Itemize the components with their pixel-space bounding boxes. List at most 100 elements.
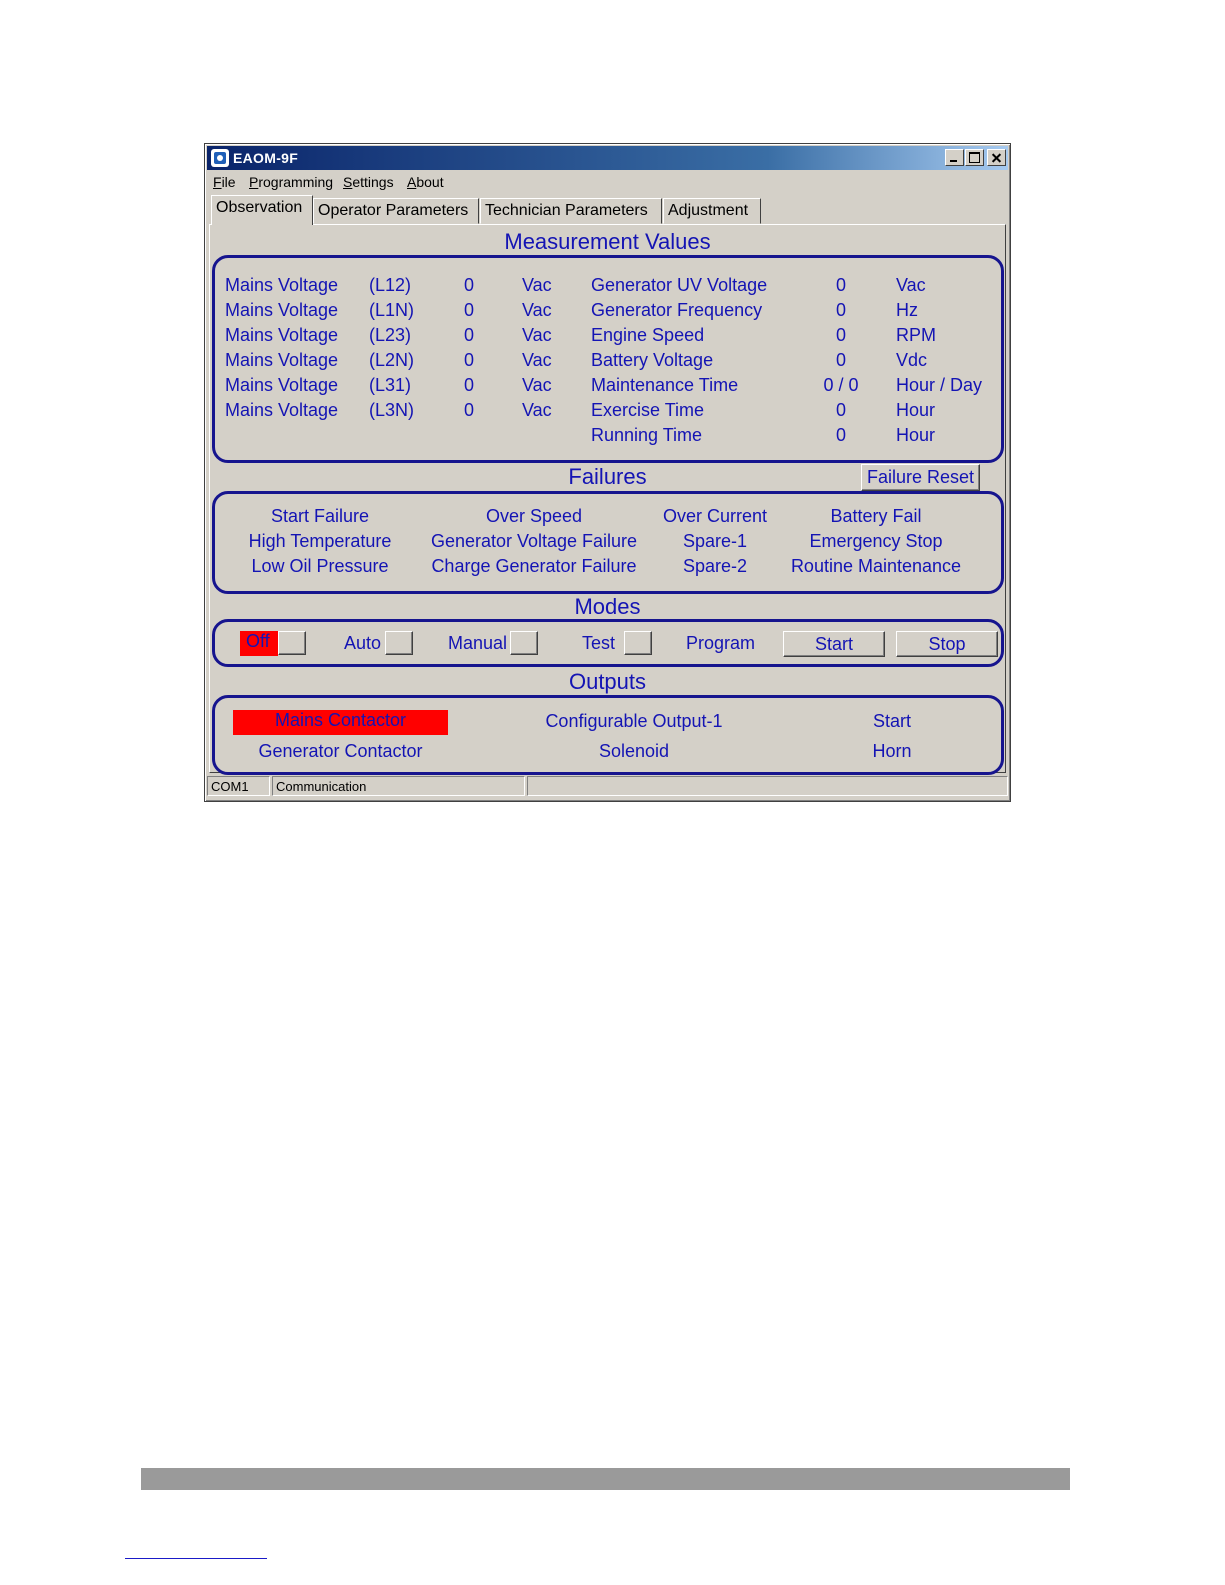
menu-settings-label: ettings: [352, 174, 394, 190]
mode-manual-button[interactable]: [510, 631, 538, 655]
mode-test-button[interactable]: [624, 631, 652, 655]
app-icon[interactable]: [211, 149, 229, 167]
window-title: EAOM-9F: [233, 150, 299, 166]
status-bar: COM1 Communication: [207, 776, 1008, 798]
failure-over-speed: Over Speed: [485, 506, 583, 526]
mode-manual-label: Manual: [448, 633, 508, 653]
title-bar[interactable]: EAOM-9F: [207, 146, 1008, 170]
generator-frequency-label: Generator Frequency: [591, 300, 763, 320]
running-time-unit: Hour: [896, 425, 936, 445]
engine-speed-value: 0: [835, 325, 846, 345]
mains-voltage-l2n-label: Mains Voltage: [225, 350, 339, 370]
menu-file[interactable]: File: [213, 174, 236, 190]
output-configurable-1: Configurable Output-1: [545, 711, 723, 731]
battery-voltage-unit: Vdc: [896, 350, 928, 370]
mains-voltage-l1n-unit: Vac: [522, 300, 552, 320]
generator-frequency-value: 0: [835, 300, 846, 320]
failure-over-current: Over Current: [662, 506, 768, 526]
mains-voltage-l2n-phase: (L2N): [369, 350, 415, 370]
tab-observation[interactable]: Observation: [211, 195, 313, 225]
modes-title: Modes: [574, 594, 641, 619]
mode-auto-button[interactable]: [385, 631, 413, 655]
mains-voltage-l3n-label: Mains Voltage: [225, 400, 339, 420]
menu-about-label: bout: [416, 174, 444, 190]
generator-uv-voltage-value: 0: [835, 275, 846, 295]
battery-voltage-value: 0: [835, 350, 846, 370]
mains-voltage-l12-phase: (L12): [369, 275, 412, 295]
battery-voltage-label: Battery Voltage: [591, 350, 714, 370]
measurement-title: Measurement Values: [504, 229, 711, 254]
failure-reset-button[interactable]: Failure Reset: [861, 464, 980, 491]
close-icon[interactable]: [987, 149, 1006, 166]
maintenance-time-label: Maintenance Time: [591, 375, 739, 395]
exercise-time-label: Exercise Time: [591, 400, 705, 420]
mode-off-button[interactable]: [278, 631, 306, 655]
mode-program-label: Program: [686, 633, 756, 653]
mode-test-label: Test: [582, 633, 616, 653]
mains-voltage-l12-unit: Vac: [522, 275, 552, 295]
failure-routine-maintenance: Routine Maintenance: [790, 556, 962, 576]
menu-file-label: ile: [221, 174, 236, 190]
mains-voltage-l1n-value: 0: [464, 300, 475, 320]
failure-battery: Battery Fail: [830, 506, 922, 526]
exercise-time-value: 0: [835, 400, 846, 420]
mains-voltage-l23-phase: (L23): [369, 325, 412, 345]
failure-spare-2: Spare-2: [682, 556, 748, 576]
output-generator-contactor: Generator Contactor: [258, 741, 423, 761]
output-mains-contactor: Mains Contactor: [233, 710, 448, 735]
menu-programming-label: rogramming: [258, 174, 334, 190]
mains-voltage-l3n-unit: Vac: [522, 400, 552, 420]
mains-voltage-l31-label: Mains Voltage: [225, 375, 339, 395]
stop-button[interactable]: Stop: [896, 631, 998, 657]
menu-programming-mnemonic: P: [249, 174, 259, 190]
engine-speed-label: Engine Speed: [591, 325, 705, 345]
mains-voltage-l1n-label: Mains Voltage: [225, 300, 339, 320]
failure-start: Start Failure: [270, 506, 370, 526]
mains-voltage-l12-value: 0: [464, 275, 475, 295]
failure-low-oil-pressure: Low Oil Pressure: [251, 556, 389, 576]
minimize-icon[interactable]: [945, 149, 964, 166]
engine-speed-unit: RPM: [896, 325, 936, 345]
mains-voltage-l12-label: Mains Voltage: [225, 275, 339, 295]
menu-about[interactable]: About: [407, 174, 444, 190]
output-solenoid: Solenoid: [598, 741, 670, 761]
mains-voltage-l23-value: 0: [464, 325, 475, 345]
menu-settings-mnemonic: S: [343, 174, 353, 190]
outputs-group: [212, 695, 1004, 775]
maximize-icon[interactable]: [965, 149, 984, 166]
failure-generator-voltage: Generator Voltage Failure: [430, 531, 638, 551]
mains-voltage-l31-unit: Vac: [522, 375, 552, 395]
app-window: EAOM-9F File Programming Settings About …: [204, 143, 1011, 802]
running-time-value: 0: [835, 425, 846, 445]
mains-voltage-l31-value: 0: [464, 375, 475, 395]
menu-settings[interactable]: Settings: [343, 174, 394, 190]
mains-voltage-l3n-value: 0: [464, 400, 475, 420]
mains-voltage-l2n-value: 0: [464, 350, 475, 370]
output-horn: Horn: [872, 741, 912, 761]
tab-operator-parameters[interactable]: Operator Parameters: [313, 198, 479, 224]
mains-voltage-l3n-phase: (L3N): [369, 400, 415, 420]
failure-spare-1: Spare-1: [682, 531, 748, 551]
status-port: COM1: [207, 776, 270, 796]
mains-voltage-l31-phase: (L31): [369, 375, 412, 395]
status-communication: Communication: [272, 776, 525, 796]
mode-auto-label: Auto: [344, 633, 382, 653]
tab-technician-parameters[interactable]: Technician Parameters: [480, 198, 662, 224]
generator-frequency-unit: Hz: [896, 300, 918, 320]
start-button[interactable]: Start: [783, 631, 885, 657]
tab-adjustment[interactable]: Adjustment: [663, 198, 761, 224]
mains-voltage-l1n-phase: (L1N): [369, 300, 415, 320]
generator-uv-voltage-unit: Vac: [896, 275, 926, 295]
running-time-label: Running Time: [591, 425, 703, 445]
exercise-time-unit: Hour: [896, 400, 936, 420]
mains-voltage-l23-unit: Vac: [522, 325, 552, 345]
mains-voltage-l2n-unit: Vac: [522, 350, 552, 370]
maintenance-time-value: 0 / 0: [823, 375, 859, 395]
mains-voltage-l23-label: Mains Voltage: [225, 325, 339, 345]
menu-programming[interactable]: Programming: [249, 174, 333, 190]
outputs-title: Outputs: [568, 669, 647, 694]
failure-emergency-stop: Emergency Stop: [809, 531, 943, 551]
page-footer-link-line: [125, 1558, 267, 1559]
page-footer-bar: [141, 1468, 1070, 1490]
observation-panel: Measurement Values Mains Voltage (L12) 0…: [209, 224, 1006, 775]
